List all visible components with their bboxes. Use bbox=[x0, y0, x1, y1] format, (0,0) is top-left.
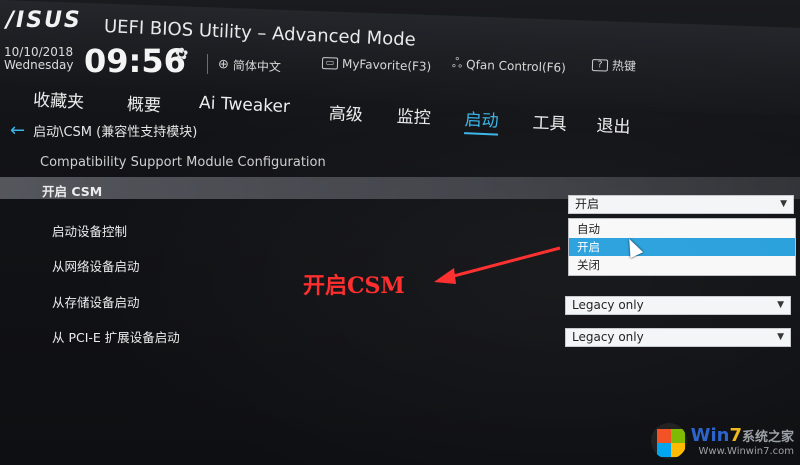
tab-exit[interactable]: 退出 bbox=[596, 111, 631, 138]
csm-options-list: 自动 开启 关闭 bbox=[568, 218, 796, 276]
setting-storage-boot[interactable]: 从存储设备启动 bbox=[52, 292, 140, 311]
tab-favorites[interactable]: 收藏夹 bbox=[33, 86, 85, 113]
date-display: 10/10/2018 Wednesday bbox=[4, 46, 73, 72]
language-button[interactable]: ⊕ 简体中文 bbox=[218, 56, 281, 75]
csm-dropdown[interactable]: 开启 ▼ bbox=[568, 195, 794, 214]
watermark-url: Www.Winwin7.com bbox=[698, 446, 794, 457]
back-arrow-icon[interactable]: ← bbox=[10, 120, 25, 141]
tab-advanced[interactable]: 高级 bbox=[328, 99, 363, 126]
qfan-label: Qfan Control(F6) bbox=[465, 57, 567, 75]
chevron-down-icon: ▼ bbox=[780, 199, 787, 209]
weekday-text: Wednesday bbox=[4, 58, 74, 72]
storage-boot-value: Legacy only bbox=[572, 298, 644, 312]
language-label: 简体中文 bbox=[232, 58, 282, 75]
pcie-boot-dropdown[interactable]: Legacy only ▼ bbox=[565, 328, 791, 347]
storage-boot-dropdown[interactable]: Legacy only ▼ bbox=[565, 296, 791, 315]
pcie-boot-value: Legacy only bbox=[572, 330, 644, 344]
option-disable[interactable]: 关闭 bbox=[569, 256, 795, 274]
tab-main[interactable]: 概要 bbox=[127, 90, 162, 117]
hotkeys-label: 热键 bbox=[611, 58, 637, 74]
help-icon: ? bbox=[591, 58, 609, 72]
favorite-icon: ▭ bbox=[321, 57, 339, 70]
clock-display: 09:56 bbox=[84, 42, 186, 80]
hotkeys-button[interactable]: ? 热键 bbox=[591, 56, 637, 75]
section-subtitle: Compatibility Support Module Configurati… bbox=[40, 155, 326, 170]
watermark-text: Win7系统之家 Www.Winwin7.com bbox=[691, 425, 794, 457]
tab-boot[interactable]: 启动 bbox=[464, 105, 499, 132]
watermark-brand: Win7系统之家 bbox=[691, 425, 794, 446]
asus-logo: /ISUS bbox=[6, 8, 82, 33]
setting-network-boot[interactable]: 从网络设备启动 bbox=[52, 256, 140, 275]
setting-boot-device-control[interactable]: 启动设备控制 bbox=[52, 221, 127, 240]
watermark-brand-c: 系统之家 bbox=[741, 430, 794, 445]
watermark-brand-a: Win bbox=[690, 425, 730, 446]
chevron-down-icon: ▼ bbox=[777, 332, 784, 342]
globe-icon: ⊕ bbox=[217, 57, 230, 73]
csm-dropdown-value: 开启 bbox=[575, 197, 600, 211]
breadcrumb: ← 启动\CSM (兼容性支持模块) bbox=[10, 120, 197, 141]
setting-csm-label[interactable]: 开启 CSM bbox=[42, 181, 102, 200]
watermark-brand-b: 7 bbox=[729, 425, 742, 446]
gear-icon[interactable]: ✿ bbox=[175, 44, 188, 63]
windows-logo-icon bbox=[650, 423, 687, 459]
tab-tool[interactable]: 工具 bbox=[532, 108, 567, 135]
option-auto[interactable]: 自动 bbox=[569, 220, 795, 238]
chevron-down-icon: ▼ bbox=[777, 300, 784, 310]
watermark: Win7系统之家 Www.Winwin7.com bbox=[650, 423, 794, 459]
setting-pcie-boot[interactable]: 从 PCI-E 扩展设备启动 bbox=[52, 327, 180, 346]
divider bbox=[207, 54, 208, 74]
annotation-arrow-icon bbox=[434, 246, 561, 284]
bios-screen: /ISUS UEFI BIOS Utility – Advanced Mode … bbox=[0, 0, 800, 465]
annotation-label: 开启CSM bbox=[303, 273, 405, 299]
tab-ai-tweaker[interactable]: Ai Tweaker bbox=[199, 93, 291, 117]
breadcrumb-text: 启动\CSM (兼容性支持模块) bbox=[33, 125, 198, 140]
tab-monitor[interactable]: 监控 bbox=[396, 102, 431, 129]
option-enable[interactable]: 开启 bbox=[569, 238, 795, 256]
fan-icon: ஃ bbox=[451, 56, 463, 72]
